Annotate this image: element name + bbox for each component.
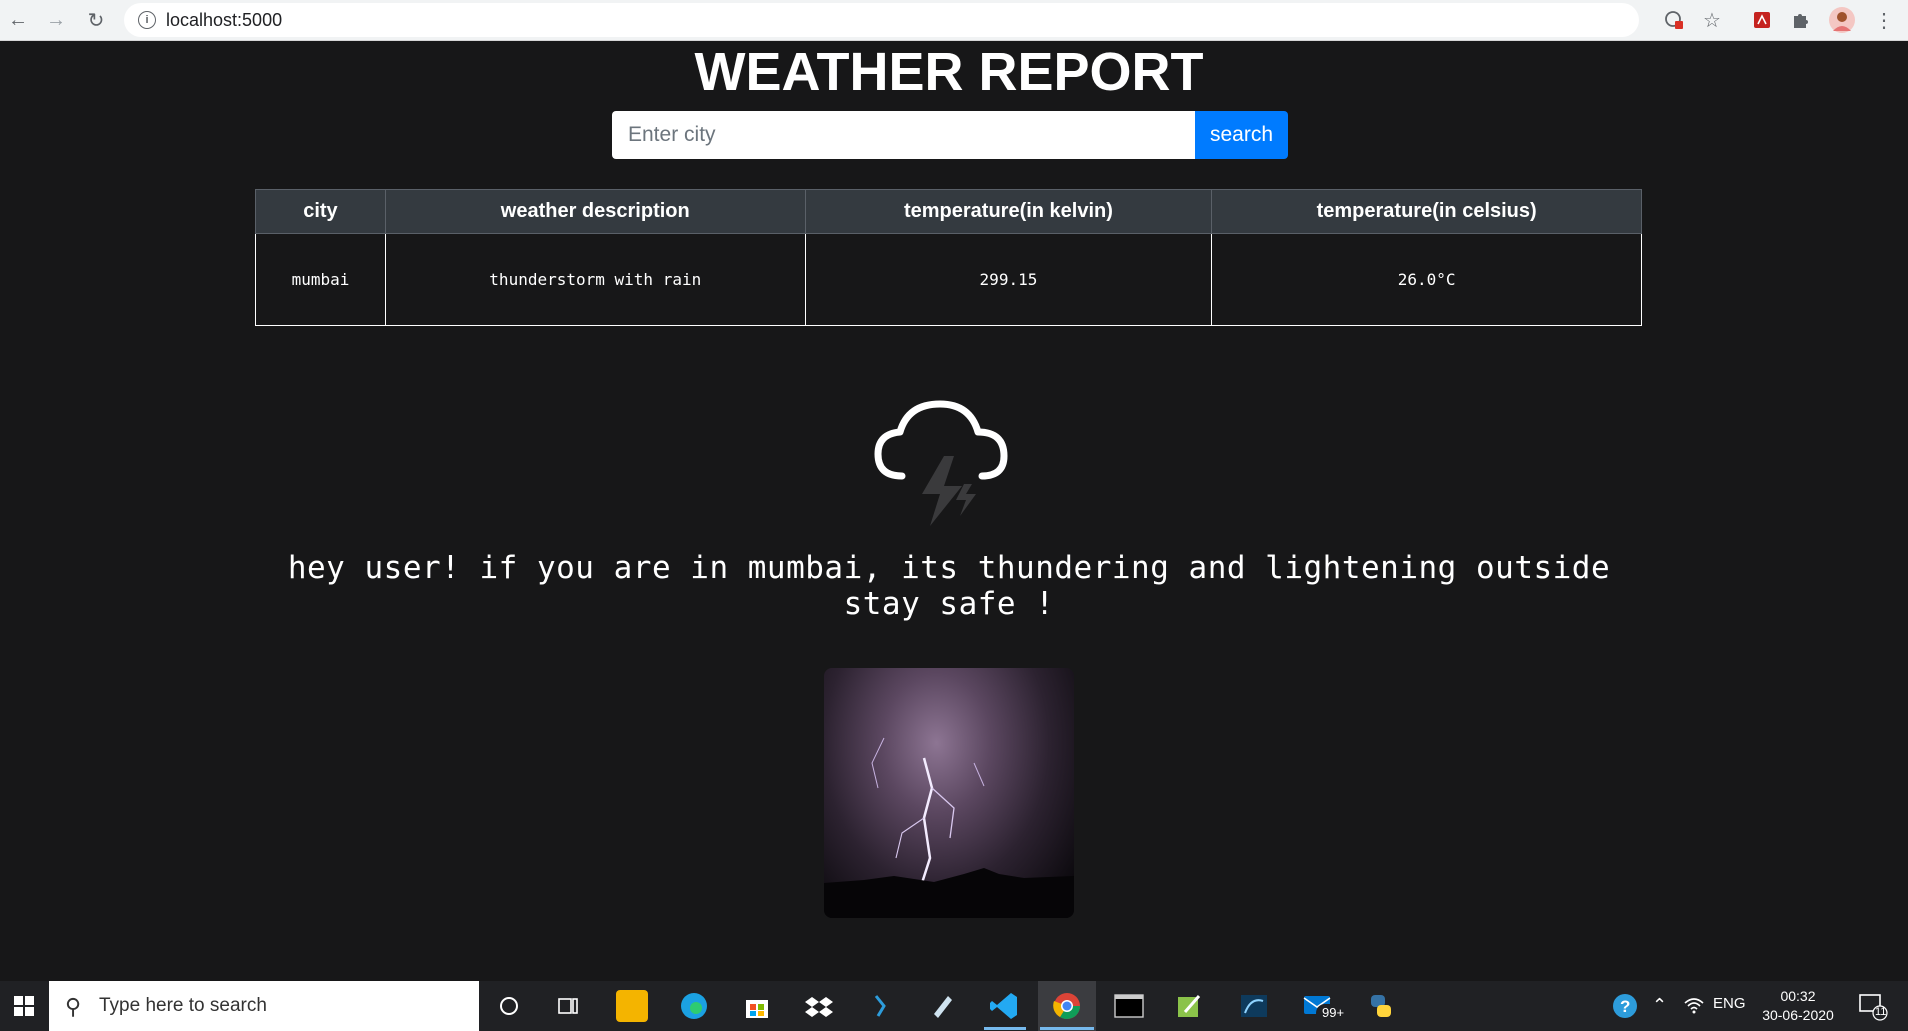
weather-message: hey user! if you are in mumbai, its thun…	[287, 550, 1611, 622]
address-bar[interactable]: i localhost:5000	[124, 3, 1639, 37]
info-icon[interactable]: i	[138, 11, 156, 29]
clock-date: 30-06-2020	[1762, 1007, 1834, 1023]
header-temperature-kelvin: temperature(in kelvin)	[804, 189, 1213, 234]
edge-icon[interactable]	[678, 990, 710, 1022]
cell-weather-description: thunderstorm with rain	[384, 233, 806, 326]
cell-temperature-celsius: 26.0°C	[1211, 233, 1642, 326]
task-view-icon[interactable]	[552, 990, 584, 1022]
cell-temperature-kelvin: 299.15	[804, 233, 1213, 326]
browser-toolbar: ← → ↻ i localhost:5000 ☆ ⋮	[0, 0, 1908, 41]
chrome-active-indicator	[1040, 1027, 1094, 1030]
clock-time: 00:32	[1780, 988, 1816, 1004]
taskbar-search-placeholder[interactable]: Type here to search	[99, 995, 267, 1017]
pdf-extension-icon[interactable]	[1748, 6, 1776, 34]
lightning-storm-photo	[824, 668, 1074, 918]
header-weather-description: weather description	[384, 189, 806, 234]
table-row: mumbai thunderstorm with rain 299.15 26.…	[255, 233, 1642, 326]
forward-arrow-icon[interactable]: →	[42, 6, 70, 34]
notepadplusplus-icon[interactable]	[1173, 990, 1205, 1022]
url-text[interactable]: localhost:5000	[166, 10, 282, 31]
vscode-open-indicator	[984, 1027, 1026, 1030]
kebab-menu-icon[interactable]: ⋮	[1870, 6, 1898, 34]
cloud-lightning-icon	[874, 400, 1008, 526]
translate-icon[interactable]	[1660, 6, 1688, 34]
weather-page: WEATHER REPORT search city weather descr…	[0, 42, 1908, 981]
language-indicator[interactable]: ENG	[1713, 995, 1746, 1012]
windows-start-icon[interactable]	[0, 981, 48, 1031]
weather-table: city weather description temperature(in …	[255, 189, 1642, 326]
header-city: city	[255, 189, 386, 234]
dropbox-icon[interactable]	[803, 990, 835, 1022]
notification-icon[interactable]: 11	[1858, 993, 1888, 1025]
back-arrow-icon[interactable]: ←	[4, 6, 32, 34]
svg-text:?: ?	[1620, 997, 1630, 1016]
python-icon[interactable]	[1365, 990, 1397, 1022]
chevron-up-icon[interactable]: ⌃	[1652, 995, 1667, 1016]
mail-icon[interactable]: 99+	[1302, 990, 1346, 1022]
page-title: WEATHER REPORT	[694, 42, 1204, 102]
taskbar-search-box[interactable]: ⚲ Type here to search	[49, 981, 479, 1031]
profile-avatar-icon[interactable]	[1828, 6, 1856, 34]
mail-badge: 99+	[1322, 1005, 1345, 1020]
search-button[interactable]: search	[1195, 111, 1288, 159]
star-icon[interactable]: ☆	[1698, 6, 1726, 34]
puzzle-extensions-icon[interactable]	[1786, 6, 1814, 34]
reload-icon[interactable]: ↻	[82, 6, 110, 34]
cell-city: mumbai	[255, 233, 386, 326]
windows-taskbar: ⚲ Type here to search 99+ ? ⌃ ENG 00:32 …	[0, 981, 1908, 1031]
chrome-icon[interactable]	[1051, 990, 1083, 1022]
terminal-icon[interactable]	[1113, 990, 1145, 1022]
table-header-row: city weather description temperature(in …	[255, 189, 1642, 234]
wifi-icon[interactable]	[1683, 995, 1705, 1019]
cortana-icon[interactable]	[493, 990, 525, 1022]
store-icon[interactable]	[741, 990, 773, 1022]
search-icon: ⚲	[65, 994, 82, 1019]
city-search-input[interactable]	[612, 111, 1195, 159]
powershell-icon[interactable]	[864, 990, 896, 1022]
help-icon[interactable]: ?	[1612, 993, 1638, 1023]
file-explorer-icon[interactable]	[616, 990, 648, 1022]
notepad-icon[interactable]	[926, 990, 958, 1022]
notification-count: 11	[1875, 1006, 1887, 1018]
taskbar-clock[interactable]: 00:32 30-06-2020	[1752, 987, 1844, 1025]
sql-icon[interactable]	[1238, 990, 1270, 1022]
search-form: search	[612, 111, 1288, 159]
header-temperature-celsius: temperature(in celsius)	[1211, 189, 1642, 234]
vscode-icon[interactable]	[988, 990, 1020, 1022]
